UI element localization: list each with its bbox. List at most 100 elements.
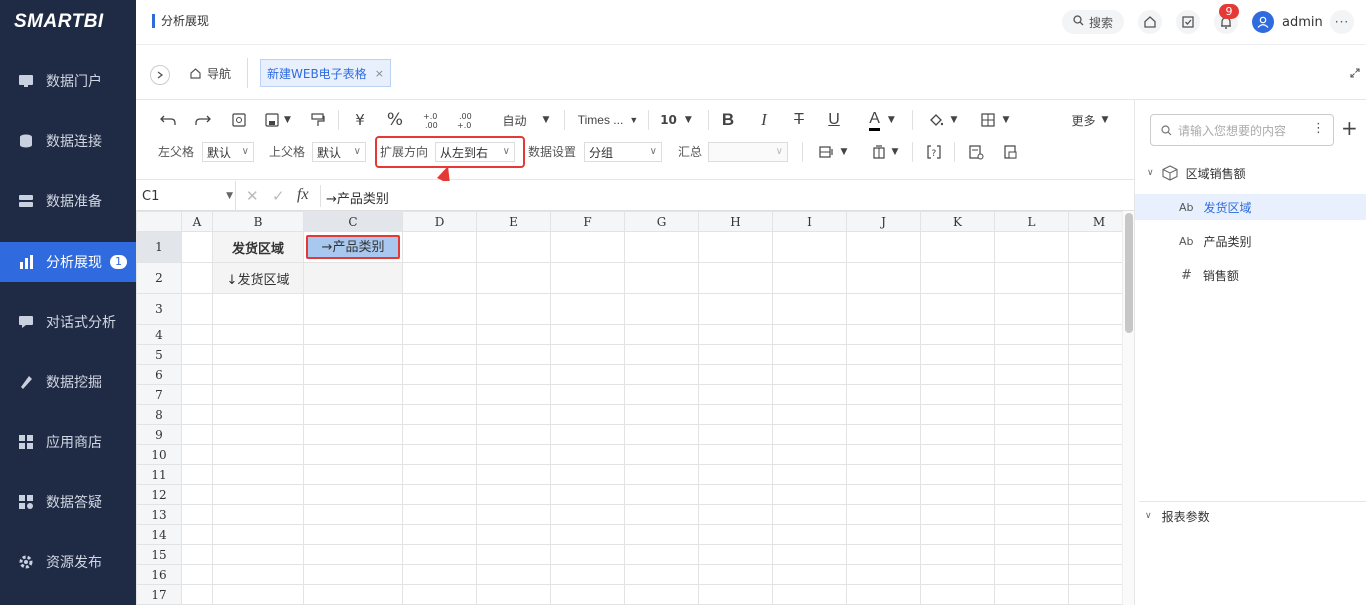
cell[interactable] (772, 344, 847, 365)
cell[interactable] (994, 231, 1069, 263)
cell[interactable] (846, 324, 921, 345)
user-avatar[interactable] (1252, 11, 1274, 33)
cell[interactable] (772, 564, 847, 585)
cell[interactable] (550, 364, 625, 385)
cell[interactable] (212, 464, 304, 485)
cell[interactable] (476, 404, 551, 425)
row-header[interactable]: 13 (136, 504, 182, 525)
cell[interactable] (994, 584, 1069, 605)
cell[interactable] (476, 384, 551, 405)
cell[interactable] (994, 404, 1069, 425)
cell[interactable] (550, 524, 625, 545)
cell[interactable] (624, 464, 699, 485)
cell[interactable] (303, 384, 403, 405)
cell[interactable] (550, 484, 625, 505)
report-settings-button[interactable] (966, 142, 986, 162)
cell[interactable] (846, 364, 921, 385)
border-button[interactable]: ▼ (976, 110, 1014, 130)
cell[interactable] (624, 293, 699, 325)
cell[interactable] (550, 544, 625, 565)
expand-sidebar-button[interactable] (150, 65, 170, 85)
cell[interactable] (476, 231, 551, 263)
cell[interactable] (402, 231, 477, 263)
cancel-edit-button[interactable]: ✕ (246, 187, 259, 205)
row-header[interactable]: 12 (136, 484, 182, 505)
row-header[interactable]: 15 (136, 544, 182, 565)
cell[interactable] (550, 324, 625, 345)
cell[interactable] (402, 524, 477, 545)
cell[interactable] (624, 444, 699, 465)
cell[interactable] (698, 564, 773, 585)
cell[interactable] (181, 384, 213, 405)
cell[interactable] (920, 484, 995, 505)
cell[interactable] (550, 444, 625, 465)
cell[interactable] (624, 262, 699, 294)
cell[interactable] (402, 564, 477, 585)
cell[interactable] (920, 404, 995, 425)
cell[interactable] (698, 262, 773, 294)
save-button[interactable]: ▼ (261, 110, 295, 130)
cell[interactable] (624, 364, 699, 385)
cell[interactable] (920, 231, 995, 263)
italic-button[interactable]: I (754, 110, 774, 130)
cell[interactable] (920, 504, 995, 525)
cell[interactable] (303, 293, 403, 325)
cell[interactable] (624, 504, 699, 525)
insert-row-button[interactable]: ▼ (866, 142, 904, 162)
format-painter-button[interactable] (308, 110, 328, 130)
cell[interactable] (698, 484, 773, 505)
cell[interactable] (698, 504, 773, 525)
cell[interactable] (846, 544, 921, 565)
cell[interactable] (212, 484, 304, 505)
cell[interactable] (402, 464, 477, 485)
cell[interactable] (624, 544, 699, 565)
cell[interactable] (1068, 584, 1130, 605)
row-header[interactable]: 5 (136, 344, 182, 365)
cell[interactable] (920, 262, 995, 294)
cell[interactable] (212, 524, 304, 545)
cell[interactable] (476, 424, 551, 445)
cell[interactable] (181, 464, 213, 485)
fill-color-button[interactable]: ▼ (924, 110, 962, 130)
cell[interactable] (212, 364, 304, 385)
cell[interactable] (212, 584, 304, 605)
cell[interactable] (476, 564, 551, 585)
cell[interactable] (550, 231, 625, 263)
cell[interactable] (1068, 544, 1130, 565)
cell[interactable] (1068, 564, 1130, 585)
cell[interactable] (181, 564, 213, 585)
cell[interactable] (402, 384, 477, 405)
more-tools-button[interactable]: 更多 ▼ (1068, 110, 1112, 130)
cell[interactable] (624, 524, 699, 545)
cell[interactable] (920, 424, 995, 445)
cell[interactable] (1068, 444, 1130, 465)
tasks-button[interactable] (1176, 10, 1200, 34)
cell[interactable] (994, 444, 1069, 465)
sidebar-item-data-connect[interactable]: 数据连接 (0, 121, 136, 161)
add-button[interactable]: + (1341, 118, 1358, 138)
row-header[interactable]: 17 (136, 584, 182, 605)
cell[interactable] (920, 544, 995, 565)
column-header[interactable]: F (550, 211, 625, 232)
percent-button[interactable]: % (385, 110, 405, 130)
cell-c1-selected[interactable]: →产品类别 (303, 231, 403, 263)
dataset-node[interactable]: ∨ 区域销售额 (1135, 160, 1366, 186)
cell[interactable] (402, 324, 477, 345)
cell[interactable] (624, 404, 699, 425)
cell-a1[interactable] (181, 231, 213, 263)
parameter-button[interactable]: ? (924, 142, 944, 162)
cell[interactable] (303, 324, 403, 345)
row-header[interactable]: 11 (136, 464, 182, 485)
cell[interactable] (402, 364, 477, 385)
cell[interactable] (303, 544, 403, 565)
home-button[interactable] (1138, 10, 1162, 34)
cell[interactable] (994, 464, 1069, 485)
column-header[interactable]: H (698, 211, 773, 232)
currency-button[interactable]: ¥ (350, 110, 370, 130)
row-header[interactable]: 2 (136, 262, 182, 294)
cell[interactable] (846, 444, 921, 465)
chevron-down-icon[interactable]: ▼ (284, 115, 291, 125)
cell-b2[interactable]: ↓发货区域 (212, 262, 304, 294)
cell[interactable] (698, 544, 773, 565)
scrollbar-thumb[interactable] (1125, 213, 1133, 333)
